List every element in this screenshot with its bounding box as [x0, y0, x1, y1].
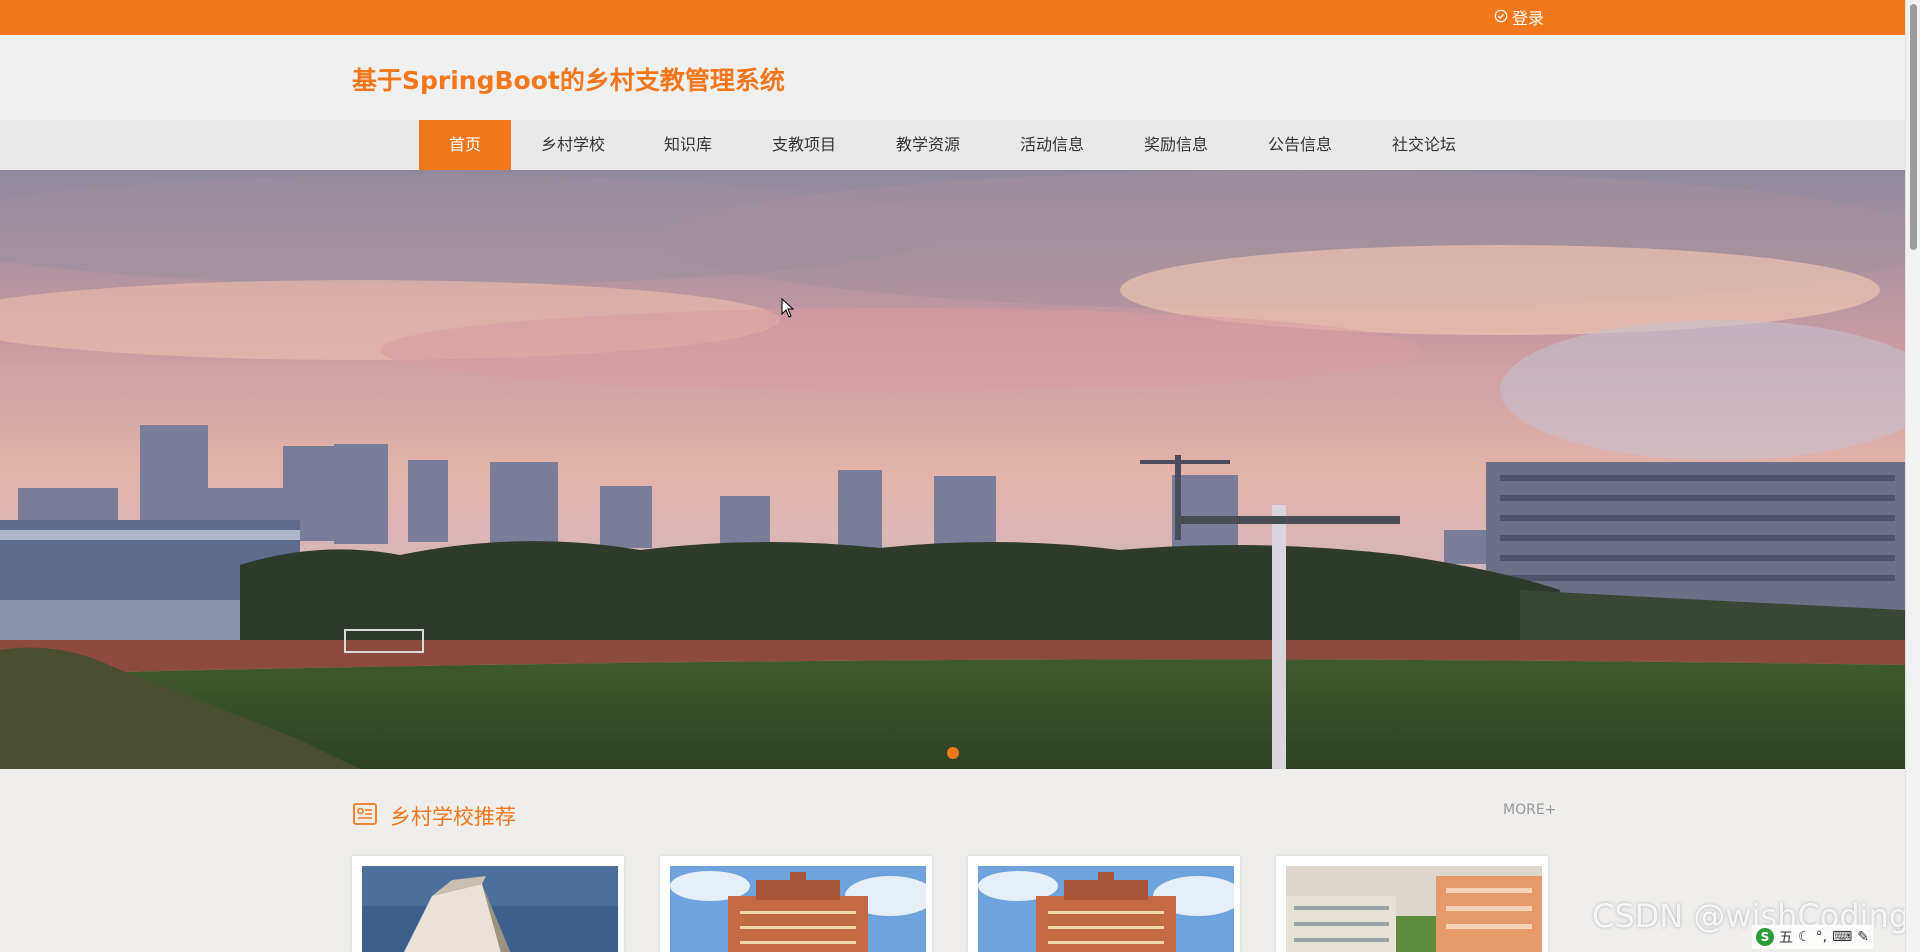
nav-item-social-forum[interactable]: 社交论坛	[1370, 120, 1478, 170]
more-link[interactable]: MORE+	[1503, 802, 1556, 818]
nav-item-teaching-resources[interactable]: 教学资源	[874, 120, 982, 170]
login-label: 登录	[1512, 9, 1545, 28]
school-thumbnail	[670, 866, 926, 952]
keyboard-icon: ⌨	[1832, 929, 1853, 945]
ime-toolbar[interactable]: S 五 ☾ °, ⌨ ✎	[1752, 925, 1873, 949]
wrench-icon: ✎	[1857, 929, 1869, 945]
banner-image	[0, 170, 1905, 769]
top-bar: 登录	[0, 0, 1905, 35]
school-thumbnail	[1286, 866, 1542, 952]
nav-item-knowledge-base[interactable]: 知识库	[640, 120, 736, 170]
school-list-icon	[352, 801, 378, 831]
carousel-dot[interactable]	[947, 747, 959, 759]
page-scrollbar[interactable]	[1905, 0, 1920, 952]
nav-item-teaching-projects[interactable]: 支教项目	[750, 120, 858, 170]
section-header: 乡村学校推荐	[352, 800, 516, 832]
nav-item-activity-info[interactable]: 活动信息	[998, 120, 1106, 170]
school-thumbnail	[362, 866, 618, 952]
school-card[interactable]	[352, 856, 624, 952]
nav-item-rural-schools[interactable]: 乡村学校	[520, 120, 626, 170]
school-thumbnail	[978, 866, 1234, 952]
check-circle-icon	[1494, 8, 1508, 27]
page: 登录 基于SpringBoot的乡村支教管理系统 首页 乡村学校 知识库 支教项…	[0, 0, 1905, 952]
school-card[interactable]	[660, 856, 932, 952]
nav-item-home[interactable]: 首页	[419, 120, 511, 170]
site-header: 基于SpringBoot的乡村支教管理系统	[0, 35, 1905, 120]
moon-icon: ☾	[1798, 929, 1811, 945]
site-title: 基于SpringBoot的乡村支教管理系统	[352, 66, 785, 95]
ime-mode: 五	[1779, 930, 1793, 946]
scrollbar-thumb[interactable]	[1910, 4, 1917, 250]
mouse-cursor-icon	[781, 297, 795, 322]
section-title: 乡村学校推荐	[390, 805, 516, 829]
school-card[interactable]	[968, 856, 1240, 952]
school-card[interactable]	[1276, 856, 1548, 952]
punctuation-icon: °,	[1815, 929, 1828, 945]
nav-item-reward-info[interactable]: 奖励信息	[1122, 120, 1230, 170]
login-link[interactable]: 登录	[1494, 7, 1545, 28]
sogou-logo-icon: S	[1756, 928, 1774, 946]
main-nav: 首页 乡村学校 知识库 支教项目 教学资源 活动信息 奖励信息 公告信息 社交论…	[0, 120, 1905, 171]
banner-carousel[interactable]	[0, 170, 1905, 769]
nav-item-announcements[interactable]: 公告信息	[1246, 120, 1354, 170]
